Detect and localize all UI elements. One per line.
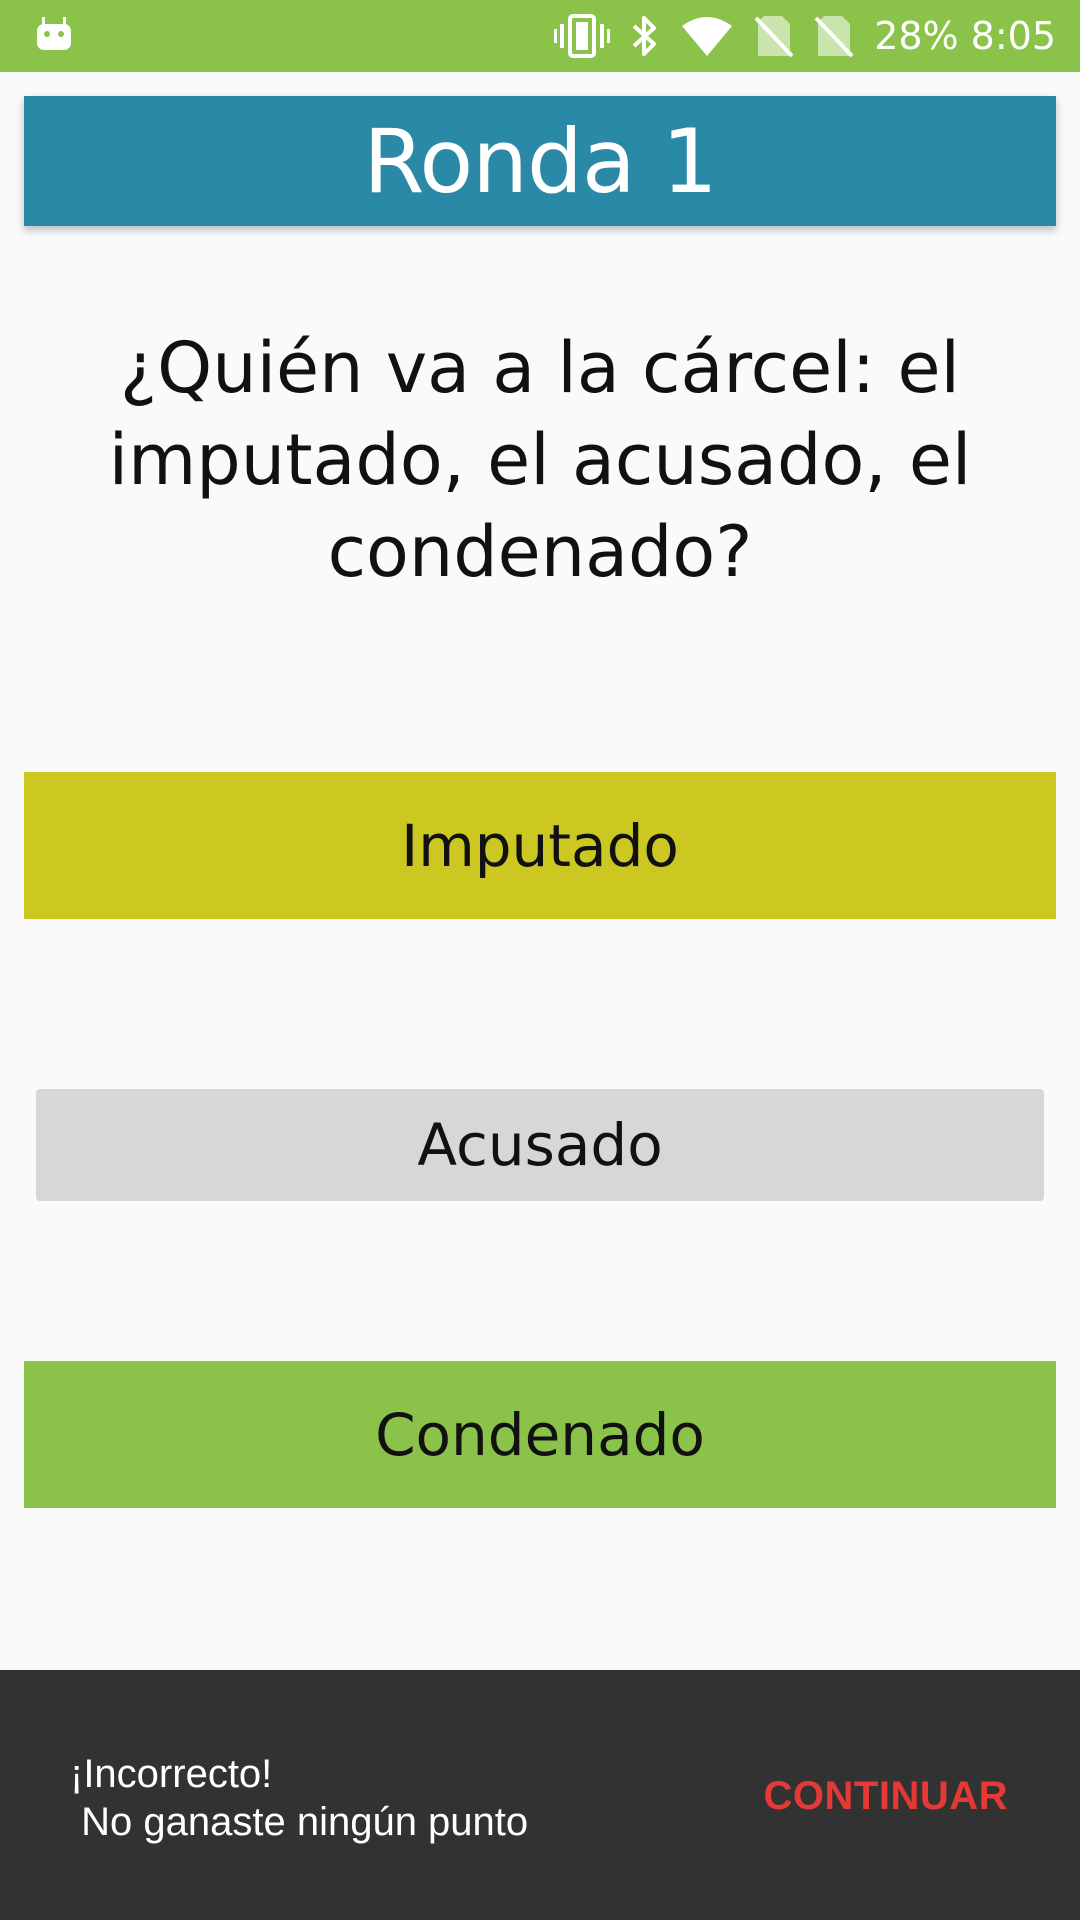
answer-option-label: Condenado bbox=[375, 1400, 705, 1469]
answer-option-acusado[interactable]: Acusado bbox=[36, 1089, 1044, 1201]
round-header: Ronda 1 bbox=[24, 96, 1056, 226]
round-title: Ronda 1 bbox=[363, 109, 718, 213]
status-bar: 28% 8:05 bbox=[0, 0, 1080, 72]
answer-option-label: Imputado bbox=[401, 811, 679, 880]
question-text: ¿Quién va a la cárcel: el imputado, el a… bbox=[108, 327, 972, 593]
status-icons: 28% 8:05 bbox=[554, 0, 1056, 72]
answer-option-label: Acusado bbox=[417, 1111, 663, 1179]
bluetooth-icon bbox=[632, 16, 657, 56]
wifi-icon bbox=[682, 17, 733, 56]
answer-option-condenado[interactable]: Condenado bbox=[24, 1361, 1056, 1508]
android-icon bbox=[37, 17, 71, 50]
continue-button[interactable]: CONTINUAR bbox=[764, 1774, 1008, 1819]
snackbar-message: ¡Incorrecto! No ganaste ningún punto bbox=[70, 1752, 529, 1844]
answer-option-imputado[interactable]: Imputado bbox=[24, 772, 1056, 919]
no-sim-icon bbox=[754, 16, 794, 58]
no-sim-icon bbox=[814, 16, 854, 58]
result-snackbar: ¡Incorrecto! No ganaste ningún punto CON… bbox=[0, 1670, 1080, 1920]
battery-percent: 28% bbox=[874, 14, 959, 58]
vibrate-icon bbox=[554, 14, 611, 58]
clock: 8:05 bbox=[970, 14, 1056, 58]
